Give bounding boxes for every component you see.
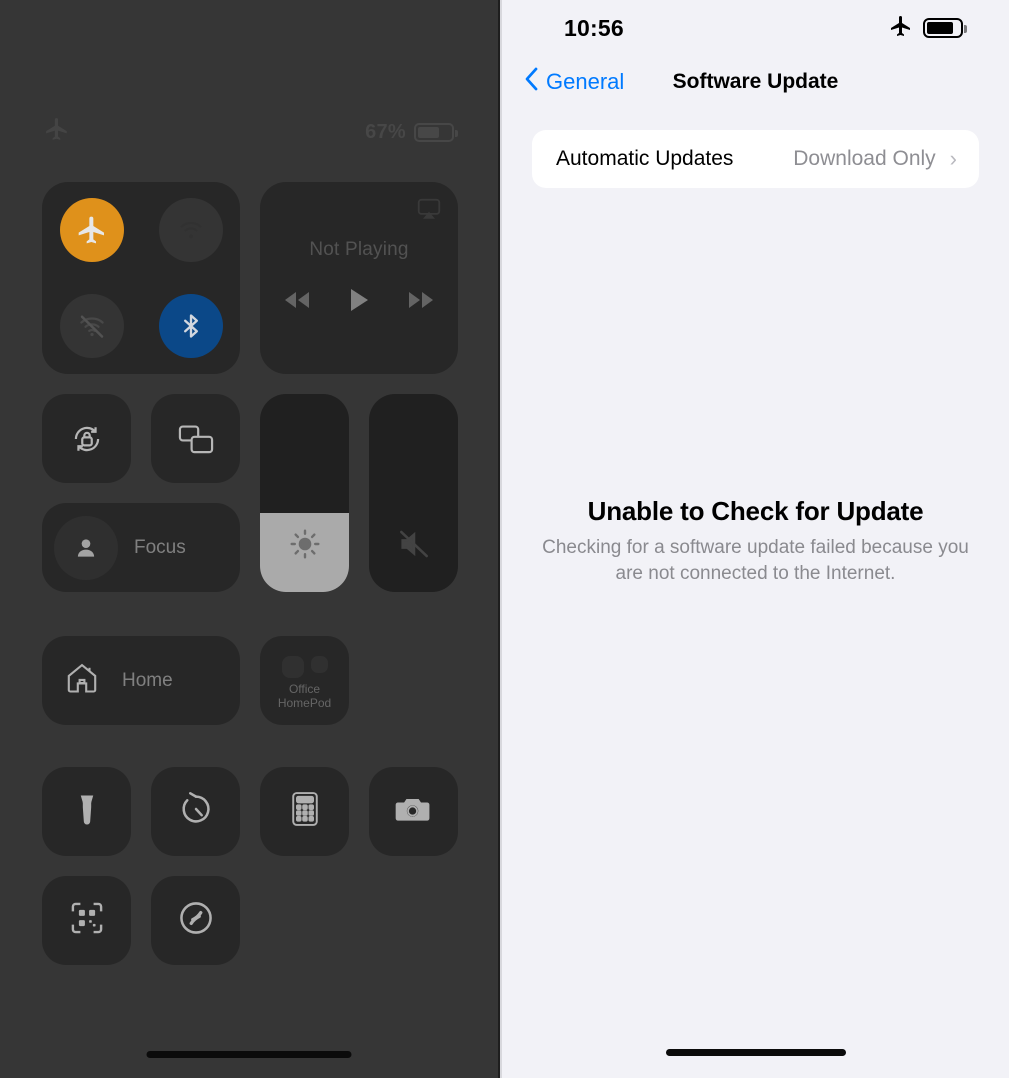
homepod-label-line1: Office [288,681,321,696]
home-indicator[interactable] [146,1051,352,1058]
back-button[interactable]: General [502,66,624,98]
error-body: Checking for a software update failed be… [542,537,969,584]
battery-icon [414,122,458,142]
shazam-icon [177,899,215,942]
airplay-icon[interactable] [416,196,442,227]
focus-label: Focus [134,536,186,558]
control-center-status-bar: 67% [0,112,498,152]
navigation-bar: General Software Update [502,56,1009,108]
play-icon[interactable] [348,287,370,318]
chevron-left-icon [524,66,540,98]
camera-icon [395,793,433,830]
error-title: Unable to Check for Update [587,496,924,526]
media-playback-module[interactable]: Not Playing [260,182,458,374]
person-icon [54,515,118,580]
flashlight-button[interactable] [42,767,131,856]
home-tile[interactable]: Home [42,636,240,725]
control-center-grid: Not Playing Focus Home Office HomePod [42,182,458,965]
back-button-label: General [546,69,625,94]
connectivity-module [42,182,240,374]
brightness-icon [288,527,322,566]
airplane-mode-toggle[interactable] [59,198,124,262]
focus-tile[interactable]: Focus [42,503,240,592]
music-recognition-button[interactable] [151,876,240,965]
cellular-data-toggle[interactable] [158,198,223,262]
control-center-panel: 67% Not Playing Focus Home Office HomePo… [0,0,500,1078]
calculator-icon [290,791,320,832]
cc-row-shortcuts-1 [42,767,458,856]
home-label: Home [122,669,173,691]
airplane-icon [44,116,70,148]
status-bar-right: 67% [365,120,458,144]
cc-square-toggles [42,394,240,483]
fast-forward-icon[interactable] [406,289,436,316]
homepod-dot-1 [281,655,304,678]
cc-row-toggles-sliders: Focus [42,394,458,592]
homepod-label-line2: HomePod [277,695,332,710]
homepod-tile[interactable]: Office HomePod [260,636,349,725]
rewind-icon[interactable] [282,289,312,316]
cc-left-column: Focus [42,394,240,592]
update-error-message: Unable to Check for Update Checking for … [502,496,1009,587]
calculator-button[interactable] [260,767,349,856]
flashlight-icon [70,792,104,831]
status-bar-clock: 10:56 [564,14,624,41]
automatic-updates-row[interactable]: Automatic Updates Download Only › [532,130,979,188]
timer-button[interactable] [151,767,240,856]
brightness-slider[interactable] [260,394,349,592]
media-title: Not Playing [309,238,409,260]
camera-button[interactable] [369,767,458,856]
rotation-lock-toggle[interactable] [42,394,131,483]
settings-status-bar: 10:56 [502,0,1009,56]
volume-mute-icon [397,527,431,566]
home-icon [64,660,100,701]
homepod-label: Office HomePod [278,682,331,710]
homepod-dot-2 [310,655,328,673]
airplane-icon [889,14,913,43]
screenshot-root: 67% Not Playing Focus Home Office HomePo… [0,0,1011,1078]
screen-mirroring-toggle[interactable] [151,394,240,483]
home-indicator[interactable] [665,1049,846,1056]
status-bar-left [44,116,70,148]
software-update-panel: 10:56 General Software Update Automatic … [500,0,1009,1078]
chevron-right-icon: › [949,146,957,171]
cc-row-shortcuts-2 [42,876,458,965]
qr-code-scanner-icon [69,900,105,941]
cc-row-home: Home Office HomePod [42,636,458,725]
homepod-icon [281,655,328,678]
bluetooth-toggle[interactable] [158,294,223,358]
cc-row-connectivity-media: Not Playing [42,182,458,374]
wifi-toggle[interactable] [59,294,124,358]
timer-icon [177,790,215,833]
automatic-updates-value: Download Only [793,147,936,170]
status-bar-right [889,14,967,43]
code-scanner-button[interactable] [42,876,131,965]
volume-slider[interactable] [369,394,458,592]
media-controls [282,287,436,318]
battery-icon [923,18,967,38]
battery-percent-label: 67% [365,120,406,143]
automatic-updates-label: Automatic Updates [556,147,734,170]
